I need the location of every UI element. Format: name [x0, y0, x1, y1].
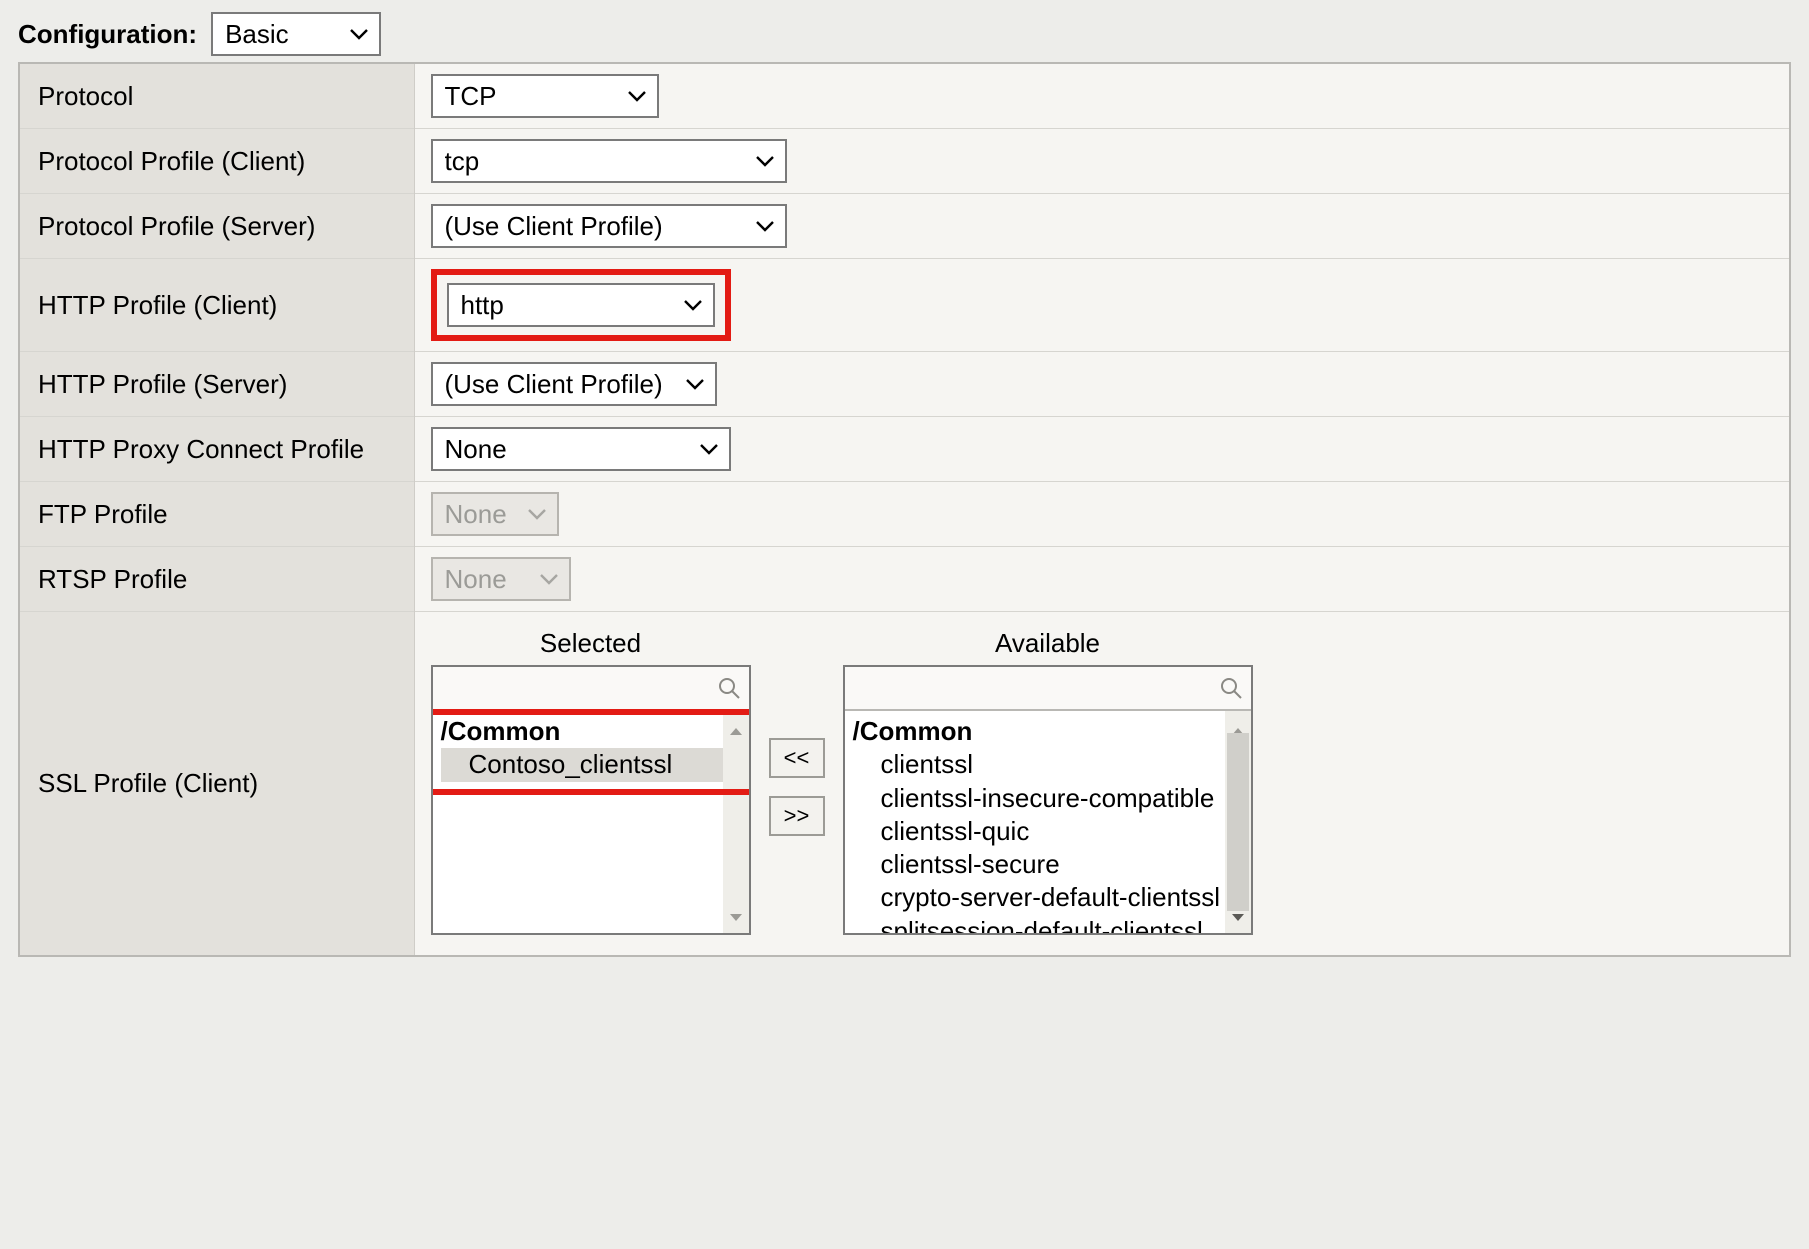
ssl-available-scrollbar[interactable] [1225, 711, 1251, 933]
row-ssl-profile-client: SSL Profile (Client) Selected [19, 612, 1790, 957]
ssl-selected-scrollbar[interactable] [723, 711, 749, 933]
row-ftp-profile: FTP Profile None [19, 482, 1790, 547]
http-client-label: HTTP Profile (Client) [38, 290, 277, 320]
chevron-down-icon [349, 27, 369, 41]
chevron-down-icon [685, 377, 705, 391]
ftp-select: None [431, 492, 559, 536]
move-right-button[interactable]: >> [769, 796, 825, 836]
move-left-button[interactable]: << [769, 738, 825, 778]
ssl-client-label: SSL Profile (Client) [38, 768, 258, 798]
chevron-down-icon [755, 154, 775, 168]
ssl-move-buttons: << >> [769, 628, 825, 836]
http-proxy-connect-label: HTTP Proxy Connect Profile [38, 434, 364, 464]
pp-client-label: Protocol Profile (Client) [38, 146, 305, 176]
search-icon [1219, 676, 1243, 700]
scroll-up-icon[interactable] [728, 713, 744, 744]
ftp-label: FTP Profile [38, 499, 168, 529]
ssl-picker: Selected /Common [431, 622, 1774, 945]
ssl-selected-search[interactable] [433, 667, 749, 711]
pp-client-select[interactable]: tcp [431, 139, 787, 183]
rtsp-label: RTSP Profile [38, 564, 187, 594]
list-item[interactable]: clientssl [853, 748, 1225, 781]
chevron-down-icon [699, 442, 719, 456]
chevron-down-icon [539, 572, 559, 586]
ssl-available-list[interactable]: /Common clientssl clientssl-insecure-com… [845, 711, 1225, 933]
configuration-form: Protocol TCP Protocol Profile (Client) t… [18, 62, 1791, 957]
search-icon [717, 676, 741, 700]
http-proxy-connect-value: None [445, 434, 507, 465]
http-client-highlight: http [431, 269, 731, 341]
ftp-value: None [445, 499, 507, 530]
ssl-available-group: /Common [853, 715, 1225, 748]
configuration-label: Configuration: [18, 19, 197, 50]
row-http-proxy-connect: HTTP Proxy Connect Profile None [19, 417, 1790, 482]
pp-server-select[interactable]: (Use Client Profile) [431, 204, 787, 248]
list-item[interactable]: clientssl-quic [853, 815, 1225, 848]
http-client-select[interactable]: http [447, 283, 715, 327]
ssl-selected-listbox[interactable]: /Common Contoso_clientssl [431, 665, 751, 935]
scroll-thumb[interactable] [1227, 733, 1249, 911]
protocol-value: TCP [445, 81, 497, 112]
ssl-selected-column: Selected /Common [431, 628, 751, 935]
row-rtsp-profile: RTSP Profile None [19, 547, 1790, 612]
chevron-down-icon [683, 298, 703, 312]
pp-server-label: Protocol Profile (Server) [38, 211, 315, 241]
rtsp-value: None [445, 564, 507, 595]
configuration-mode-select[interactable]: Basic [211, 12, 381, 56]
row-protocol-profile-server: Protocol Profile (Server) (Use Client Pr… [19, 194, 1790, 259]
row-protocol-profile-client: Protocol Profile (Client) tcp [19, 129, 1790, 194]
pp-server-value: (Use Client Profile) [445, 211, 663, 242]
ssl-available-listbox[interactable]: /Common clientssl clientssl-insecure-com… [843, 665, 1253, 935]
ssl-selected-title: Selected [540, 628, 641, 659]
chevron-down-icon [527, 507, 547, 521]
list-item[interactable]: Contoso_clientssl [441, 748, 723, 781]
list-item[interactable]: splitsession-default-clientssl [853, 915, 1225, 933]
list-item[interactable]: clientssl-insecure-compatible [853, 782, 1225, 815]
http-client-value: http [461, 290, 504, 321]
rtsp-select: None [431, 557, 571, 601]
configuration-header: Configuration: Basic [18, 12, 1791, 56]
row-protocol: Protocol TCP [19, 63, 1790, 129]
ssl-available-title: Available [995, 628, 1100, 659]
row-http-profile-client: HTTP Profile (Client) http [19, 259, 1790, 352]
chevron-down-icon [755, 219, 775, 233]
http-server-select[interactable]: (Use Client Profile) [431, 362, 717, 406]
configuration-mode-value: Basic [225, 19, 289, 50]
scroll-down-icon[interactable] [728, 900, 744, 931]
chevron-down-icon [627, 89, 647, 103]
http-server-label: HTTP Profile (Server) [38, 369, 287, 399]
ssl-selected-list[interactable]: /Common Contoso_clientssl [433, 711, 723, 933]
http-proxy-connect-select[interactable]: None [431, 427, 731, 471]
ssl-selected-group: /Common [441, 715, 723, 748]
ssl-available-search[interactable] [845, 667, 1251, 711]
list-item[interactable]: clientssl-secure [853, 848, 1225, 881]
protocol-select[interactable]: TCP [431, 74, 659, 118]
http-server-value: (Use Client Profile) [445, 369, 663, 400]
protocol-label: Protocol [38, 81, 133, 111]
ssl-available-column: Available /Common [843, 628, 1253, 935]
list-item[interactable]: crypto-server-default-clientssl [853, 881, 1225, 914]
row-http-profile-server: HTTP Profile (Server) (Use Client Profil… [19, 352, 1790, 417]
pp-client-value: tcp [445, 146, 480, 177]
